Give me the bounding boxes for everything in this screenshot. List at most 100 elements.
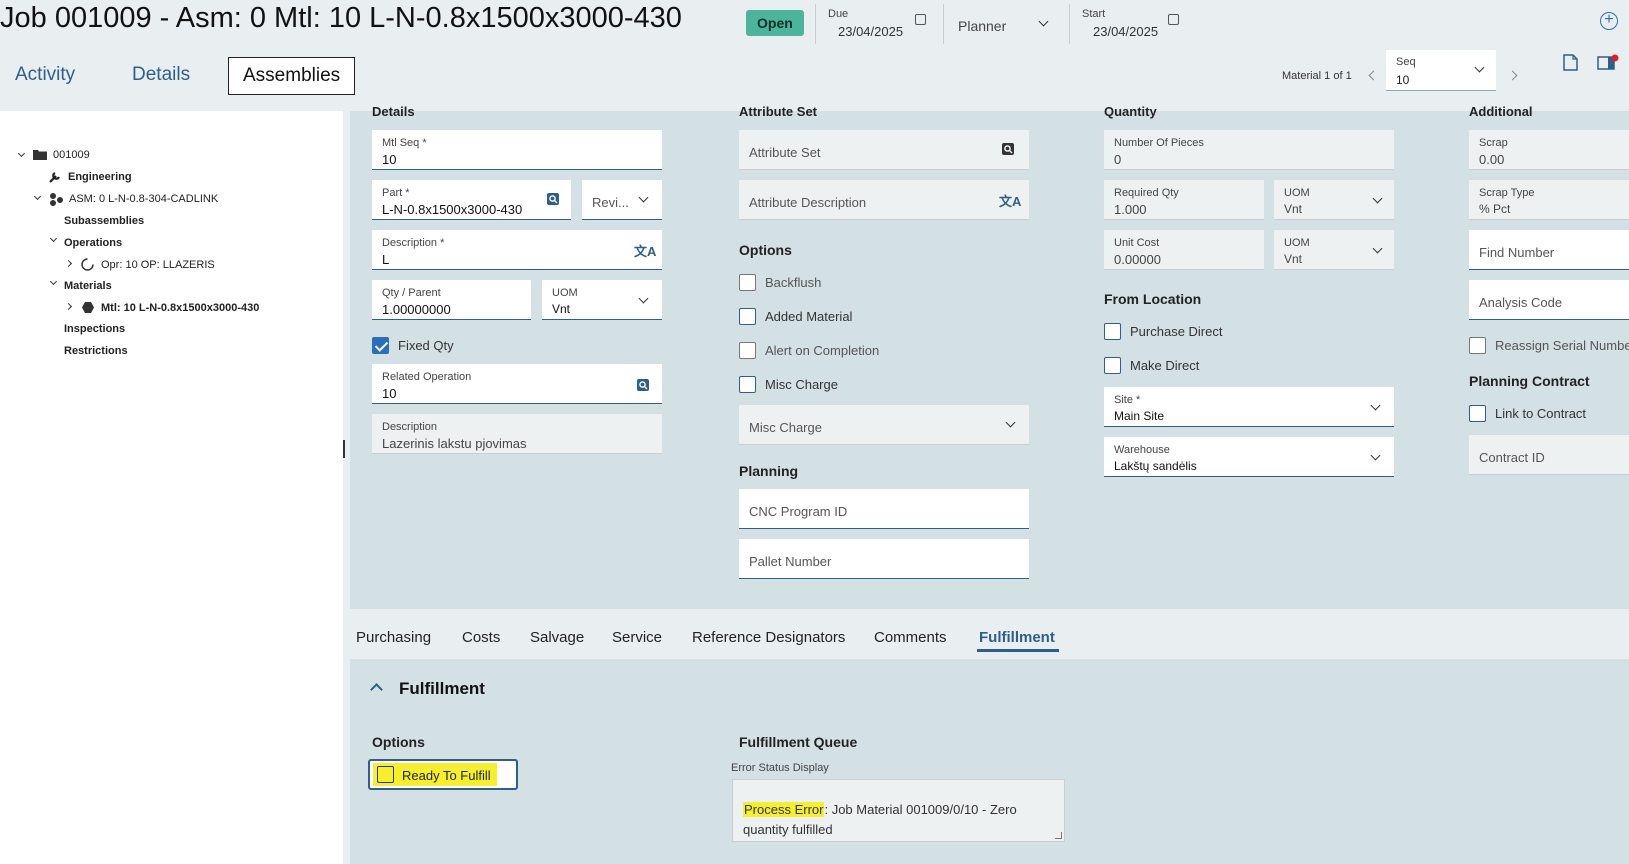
checkbox-label: Alert on Completion: [765, 343, 880, 358]
seq-value: 10: [1396, 73, 1410, 87]
attribute-description-field[interactable]: Attribute Description 文A: [739, 180, 1029, 220]
tab-salvage[interactable]: Salvage: [530, 629, 584, 646]
attribute-set-field[interactable]: Attribute Set: [739, 130, 1029, 170]
tab-details[interactable]: Details: [132, 56, 190, 94]
error-status-display[interactable]: Process Error: Job Material 001009/0/10 …: [732, 779, 1065, 842]
tab-purchasing[interactable]: Purchasing: [356, 629, 431, 646]
checkbox-label: Purchase Direct: [1130, 324, 1223, 339]
search-icon[interactable]: [546, 192, 560, 206]
checkbox-icon[interactable]: [739, 274, 756, 291]
search-icon[interactable]: [636, 378, 650, 392]
checkbox-icon[interactable]: [1104, 323, 1121, 340]
related-operation-field[interactable]: Related Operation 10: [372, 364, 662, 404]
calendar-icon[interactable]: [915, 14, 926, 25]
tree-item-restrictions[interactable]: Restrictions: [64, 345, 128, 357]
seq-label: Seq: [1396, 56, 1416, 68]
details-heading: Details: [372, 104, 415, 119]
tab-comments[interactable]: Comments: [874, 629, 947, 646]
uom-select[interactable]: UOM Vnt: [1274, 180, 1394, 220]
tree-item-asm[interactable]: ASM: 0 L-N-0.8-304-CADLINK: [69, 193, 218, 205]
tree-item-materials[interactable]: Materials: [64, 280, 112, 292]
field-label: Scrap Type: [1479, 187, 1535, 199]
field-label: Qty / Parent: [382, 287, 441, 299]
tree-item-subassemblies[interactable]: Subassemblies: [64, 215, 144, 227]
warehouse-select[interactable]: Warehouse Lakštų sandėlis: [1104, 437, 1394, 477]
detail-tabs: Purchasing Costs Salvage Service Referen…: [350, 609, 1629, 659]
panel-icon[interactable]: [1597, 53, 1619, 71]
field-placeholder: Pallet Number: [749, 554, 832, 569]
from-location-heading: From Location: [1104, 291, 1202, 307]
resize-handle-icon[interactable]: [1055, 832, 1062, 839]
options-heading: Options: [372, 734, 425, 750]
seq-select[interactable]: Seq 10: [1386, 50, 1496, 91]
translate-icon[interactable]: 文A: [999, 191, 1021, 210]
checkbox-icon[interactable]: [1469, 337, 1486, 354]
chevron-down-icon: [1370, 450, 1381, 461]
field-value: L-N-0.8x1500x3000-430: [382, 202, 523, 217]
checkbox-icon[interactable]: [1469, 405, 1486, 422]
splitter-handle[interactable]: [343, 440, 345, 458]
checkbox-icon[interactable]: [739, 376, 756, 393]
uom-select[interactable]: UOM Vnt: [542, 280, 662, 320]
analysis-code-field[interactable]: Analysis Code: [1469, 280, 1629, 320]
chevron-down-icon[interactable]: [17, 149, 26, 158]
field-label: Related Operation: [382, 371, 472, 383]
tab-costs[interactable]: Costs: [462, 629, 500, 646]
field-label: Site *: [1114, 394, 1141, 406]
planner-select[interactable]: Planner: [943, 4, 1069, 44]
start-date-field[interactable]: Start 23/04/2025: [1069, 4, 1199, 44]
tree-item-material[interactable]: Mtl: 10 L-N-0.8x1500x3000-430: [101, 302, 259, 314]
pallet-number-field[interactable]: Pallet Number: [739, 539, 1029, 579]
find-number-field[interactable]: Find Number: [1469, 230, 1629, 270]
checkbox-icon[interactable]: [739, 308, 756, 325]
wrench-icon: [49, 172, 60, 183]
cnc-program-field[interactable]: CNC Program ID: [739, 489, 1029, 529]
qty-parent-field[interactable]: Qty / Parent 1.00000000: [372, 280, 531, 320]
chevron-up-icon[interactable]: [370, 683, 383, 696]
chevron-down-icon[interactable]: [33, 192, 42, 201]
field-value: 0.00: [1479, 152, 1505, 167]
checkbox-icon[interactable]: [1104, 357, 1121, 374]
site-select[interactable]: Site * Main Site: [1104, 387, 1394, 427]
tree-item-operation[interactable]: Opr: 10 OP: LLAZERIS: [101, 259, 215, 271]
chevron-right-icon[interactable]: [64, 259, 73, 268]
chevron-down-icon: [1474, 62, 1485, 73]
contract-id-field[interactable]: Contract ID: [1469, 435, 1629, 475]
translate-icon[interactable]: 文A: [634, 241, 656, 260]
tab-service[interactable]: Service: [612, 629, 662, 646]
field-value: L: [382, 252, 390, 267]
uom-select[interactable]: UOM Vnt: [1274, 230, 1394, 270]
tree-item-operations[interactable]: Operations: [64, 237, 122, 249]
start-label: Start: [1082, 8, 1106, 20]
tab-assemblies[interactable]: Assemblies: [228, 57, 356, 95]
calendar-icon[interactable]: [1168, 14, 1179, 25]
chevron-right-icon[interactable]: [1507, 70, 1518, 81]
tab-reference-designators[interactable]: Reference Designators: [692, 629, 845, 646]
tree-item-inspections[interactable]: Inspections: [64, 323, 125, 335]
checkbox-label: Ready To Fulfill: [402, 768, 491, 783]
ready-to-fulfill-checkbox[interactable]: Ready To Fulfill: [368, 759, 518, 790]
chevron-right-icon[interactable]: [64, 302, 73, 311]
tab-fulfillment[interactable]: Fulfillment: [977, 629, 1059, 652]
checkbox-icon[interactable]: [739, 342, 756, 359]
tree-item-engineering[interactable]: Engineering: [68, 171, 132, 183]
tree-item-job[interactable]: 001009: [53, 149, 90, 161]
chevron-left-icon[interactable]: [1368, 70, 1379, 81]
checkbox-icon[interactable]: [377, 766, 394, 783]
add-icon[interactable]: +: [1600, 12, 1618, 30]
field-value: Lazerinis lakstu pjovimas: [382, 436, 527, 451]
chevron-down-icon[interactable]: [49, 277, 58, 286]
search-icon[interactable]: [1001, 142, 1015, 156]
part-field[interactable]: Part * L-N-0.8x1500x3000-430: [372, 180, 571, 220]
chevron-down-icon[interactable]: [49, 234, 58, 243]
misc-charge-select[interactable]: Misc Charge: [739, 405, 1029, 445]
mtl-seq-field[interactable]: Mtl Seq * 10: [372, 130, 662, 170]
tab-activity[interactable]: Activity: [15, 56, 75, 94]
due-date-field[interactable]: Due 23/04/2025: [815, 4, 942, 44]
description-field[interactable]: Description * L 文A: [372, 230, 662, 270]
checkbox-checked-icon[interactable]: [372, 337, 389, 354]
material-icon: [82, 302, 94, 313]
field-label: Description: [382, 421, 438, 433]
revision-select[interactable]: Revi...: [582, 180, 662, 220]
document-icon[interactable]: [1563, 54, 1578, 71]
